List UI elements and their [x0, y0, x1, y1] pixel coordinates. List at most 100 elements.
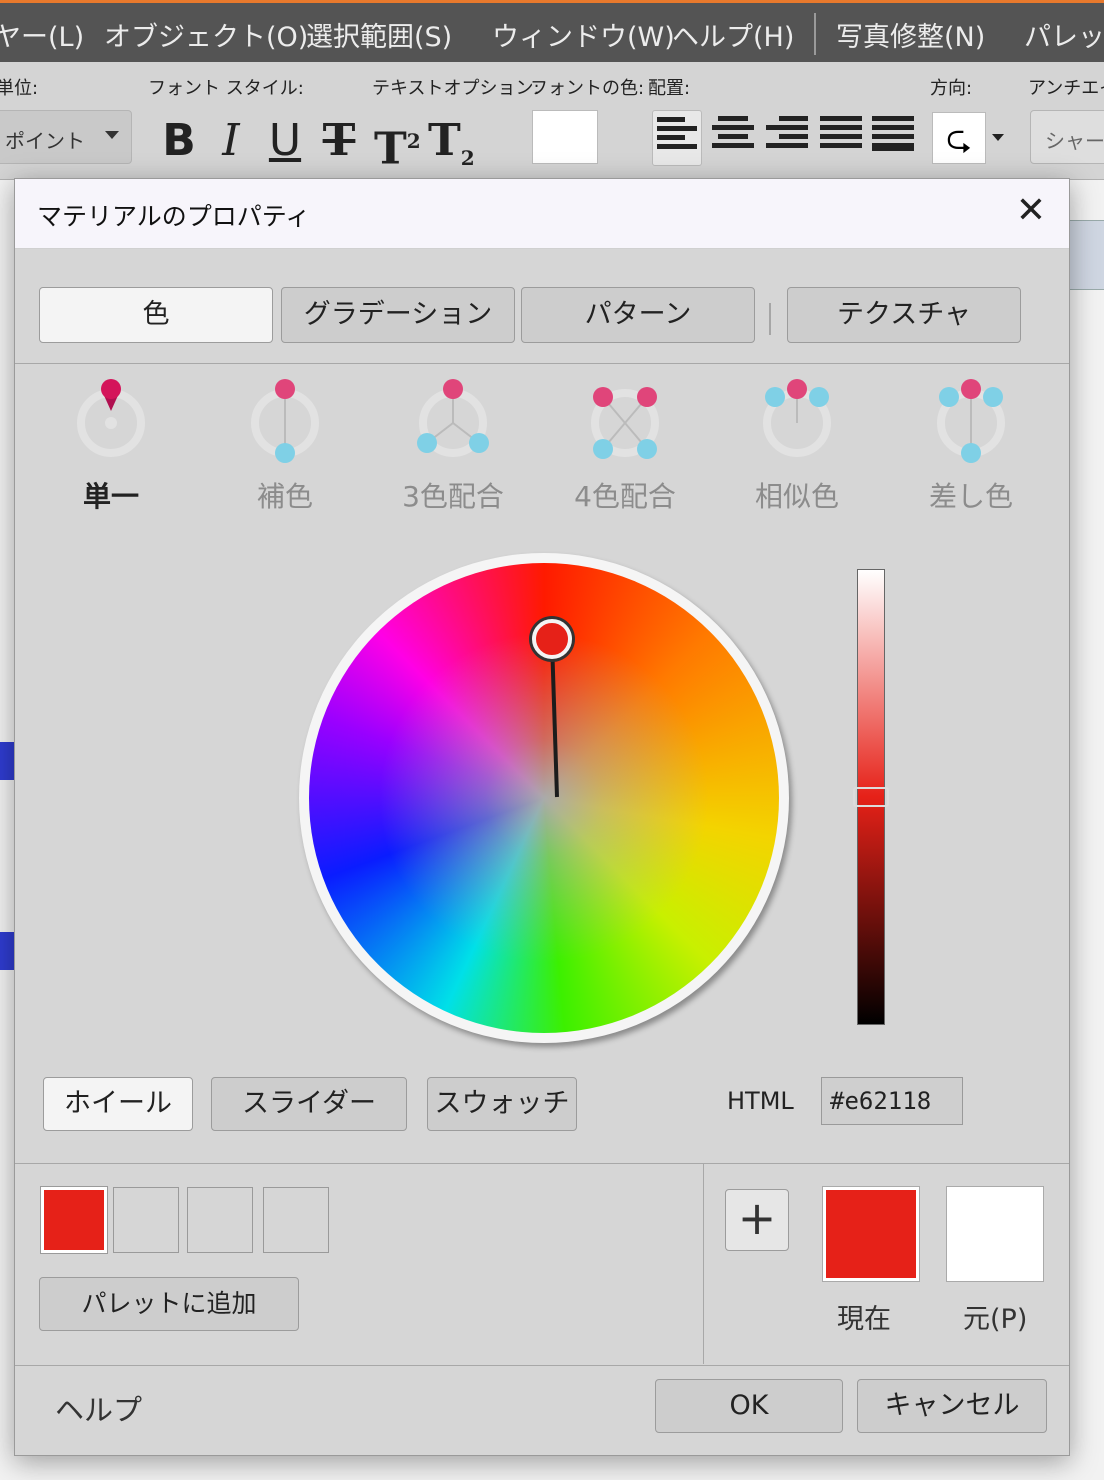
- align-line: [657, 135, 685, 140]
- subscript-button[interactable]: T2: [428, 110, 475, 172]
- underline-button[interactable]: U: [262, 110, 308, 172]
- tab-texture[interactable]: テクスチャ: [787, 287, 1021, 343]
- cancel-button[interactable]: キャンセル: [857, 1379, 1047, 1433]
- menu-layer[interactable]: ヤー(L): [0, 15, 84, 54]
- accent-harmony-icon: [937, 379, 1005, 463]
- add-to-palette-button[interactable]: パレットに追加: [39, 1277, 299, 1331]
- align-right-button[interactable]: [762, 110, 812, 166]
- harmony-mode-label: 相似色: [754, 480, 839, 513]
- unit-dropdown[interactable]: ポイント: [0, 110, 132, 164]
- harmony-mode-single[interactable]: 単一: [51, 375, 171, 515]
- palette-swatch-empty[interactable]: [187, 1187, 253, 1253]
- help-button[interactable]: ヘルプ: [55, 1387, 142, 1429]
- html-label: HTML: [727, 1087, 794, 1115]
- align-line: [872, 134, 914, 139]
- align-left-button[interactable]: [652, 110, 702, 166]
- single-harmony-icon: [77, 379, 145, 457]
- wheel-mode-button[interactable]: ホイール: [43, 1077, 193, 1131]
- align-line: [766, 143, 808, 148]
- align-line: [718, 116, 748, 121]
- brightness-slider-handle[interactable]: [853, 787, 889, 807]
- tab-color[interactable]: 色: [39, 287, 273, 343]
- unit-dropdown-value: ポイント: [5, 129, 85, 153]
- align-line: [657, 144, 697, 149]
- palette-swatch[interactable]: [40, 1186, 108, 1254]
- analogous-harmony-icon: [763, 379, 831, 457]
- harmony-mode-label: 補色: [256, 480, 313, 513]
- menu-palette[interactable]: パレット: [1024, 15, 1104, 54]
- divider: [15, 1365, 1069, 1366]
- align-line: [778, 116, 808, 121]
- align-line: [872, 116, 914, 121]
- complementary-harmony-icon: [251, 379, 319, 463]
- align-line: [872, 125, 914, 130]
- subscript-icon-mark: 2: [460, 145, 475, 170]
- italic-button[interactable]: I: [208, 110, 254, 172]
- hue-picker-handle[interactable]: [532, 619, 572, 659]
- align-line: [778, 134, 808, 139]
- harmony-mode-label: 差し色: [928, 480, 1013, 513]
- palette-swatch-empty[interactable]: [113, 1187, 179, 1253]
- align-line: [820, 134, 862, 139]
- palette-swatch-empty[interactable]: [263, 1187, 329, 1253]
- ok-button[interactable]: OK: [655, 1379, 843, 1433]
- side-panel-fragment: [1068, 220, 1104, 290]
- chevron-down-icon[interactable]: [992, 134, 1004, 141]
- current-color-swatch: [822, 1186, 920, 1282]
- color-wheel[interactable]: [299, 553, 789, 1043]
- direction-icon: ⮎: [946, 119, 972, 157]
- direction-label: 方向:: [930, 78, 973, 99]
- harmony-mode-accent[interactable]: 差し色: [911, 375, 1031, 515]
- superscript-icon-mark: 2: [406, 129, 421, 153]
- dialog-title: マテリアルのプロパティ: [37, 202, 311, 231]
- tetradic-harmony-icon: [591, 387, 659, 459]
- harmony-mode-analogous[interactable]: 相似色: [737, 375, 857, 515]
- menu-photo-retouch[interactable]: 写真修整(N): [836, 15, 985, 54]
- triadic-harmony-icon: [417, 379, 489, 457]
- align-justify-button[interactable]: [816, 110, 866, 166]
- align-line: [766, 125, 808, 130]
- align-line: [657, 126, 697, 131]
- harmony-mode-complementary[interactable]: 補色: [225, 375, 345, 515]
- original-color-label: 元(P): [963, 1304, 1028, 1335]
- text-options-label: テキストオプション:: [372, 78, 540, 99]
- align-line: [718, 134, 748, 139]
- menu-object[interactable]: オブジェクト(O): [104, 15, 308, 54]
- close-icon[interactable]: ✕: [1011, 191, 1051, 231]
- align-line: [657, 117, 685, 122]
- tab-pattern[interactable]: パターン: [521, 287, 755, 343]
- menu-window[interactable]: ウィンドウ(W): [492, 15, 675, 54]
- harmony-mode-tetradic[interactable]: 4色配合: [565, 375, 685, 515]
- text-tool-options-bar: 単位: フォント スタイル: テキストオプション: フォントの色: 配置: 方向…: [0, 62, 1104, 180]
- slider-mode-button[interactable]: スライダー: [211, 1077, 407, 1131]
- subscript-icon-letter: T: [428, 115, 461, 166]
- strikethrough-button[interactable]: T: [316, 110, 362, 172]
- canvas-object-edge: [0, 742, 14, 780]
- font-color-swatch[interactable]: [532, 110, 598, 164]
- divider-vertical: [703, 1164, 704, 1364]
- original-color-swatch[interactable]: [946, 1186, 1044, 1282]
- superscript-button[interactable]: T2: [374, 110, 421, 175]
- align-justify-all-button[interactable]: [868, 110, 918, 166]
- align-line: [820, 143, 862, 148]
- tab-separator: [769, 303, 771, 335]
- font-color-label: フォントの色:: [530, 78, 645, 99]
- html-color-field[interactable]: #e62118: [821, 1077, 963, 1125]
- divider: [15, 363, 1069, 364]
- swatch-mode-button[interactable]: スウォッチ: [427, 1077, 577, 1131]
- align-line: [820, 116, 862, 121]
- text-direction-button[interactable]: ⮎: [932, 112, 986, 164]
- antialias-dropdown[interactable]: シャープ: [1030, 110, 1104, 164]
- tab-gradient[interactable]: グラデーション: [281, 287, 515, 343]
- align-center-button[interactable]: [708, 110, 758, 166]
- harmony-mode-triadic[interactable]: 3色配合: [393, 375, 513, 515]
- alignment-label: 配置:: [648, 78, 691, 99]
- add-color-button[interactable]: +: [725, 1189, 789, 1251]
- bold-button[interactable]: B: [156, 110, 202, 172]
- menu-help[interactable]: ヘルプ(H): [672, 15, 794, 54]
- align-line: [712, 143, 754, 148]
- current-color-label: 現在: [837, 1304, 891, 1335]
- menu-selection[interactable]: 選択範囲(S): [306, 15, 452, 54]
- harmony-mode-label: 3色配合: [402, 480, 504, 513]
- canvas-object-edge: [0, 932, 14, 970]
